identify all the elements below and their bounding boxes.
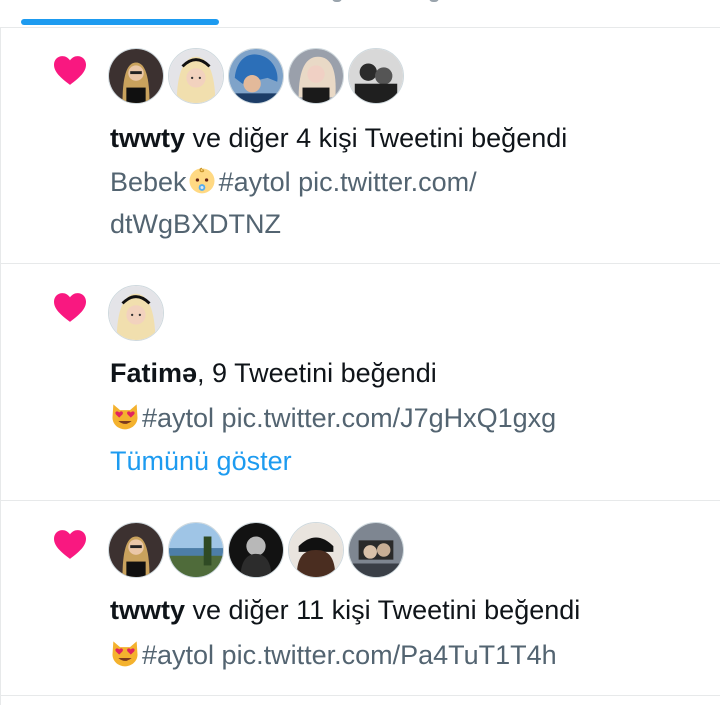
- tab-bar: [0, 0, 720, 28]
- avatar-5[interactable]: [348, 48, 404, 104]
- avatar-3[interactable]: [228, 48, 284, 104]
- avatar-1[interactable]: [108, 522, 164, 578]
- avatar-7[interactable]: [228, 522, 284, 578]
- avatar-9[interactable]: [348, 522, 404, 578]
- tweet-text: Bebek #aytol pic.twitter.com/: [110, 160, 477, 204]
- avatar-group: [108, 48, 404, 104]
- show-more-link[interactable]: Tümünü göster: [110, 439, 292, 483]
- heart-icon: [52, 291, 88, 323]
- tweet-text-part: Bebek: [110, 167, 187, 197]
- actor-name[interactable]: twwty: [110, 123, 185, 153]
- action-text: ve diğer 11 kişi Tweetini beğendi: [185, 595, 581, 625]
- tab-label-fragment: [332, 0, 342, 2]
- tweet-text: #aytol pic.twitter.com/J7gHxQ1gxg: [110, 396, 556, 440]
- notification-summary: twwty ve diğer 4 kişi Tweetini beğendi: [110, 116, 567, 160]
- avatar-group: [108, 285, 164, 341]
- like-notification[interactable]: twwty ve diğer 11 kişi Tweetini beğendi …: [0, 501, 720, 696]
- tweet-link-text: #aytol pic.twitter.com/J7gHxQ1gxg: [142, 403, 557, 433]
- avatar-1[interactable]: [108, 48, 164, 104]
- notification-summary: Fatimə, 9 Tweetini beğendi: [110, 351, 437, 395]
- notification-summary: twwty ve diğer 11 kişi Tweetini beğendi: [110, 588, 580, 632]
- actor-name[interactable]: Fatimə: [110, 358, 197, 388]
- avatar-2[interactable]: [108, 285, 164, 341]
- heart-icon: [52, 54, 88, 86]
- heart-eyes-cat-emoji-icon: [110, 401, 140, 431]
- tweet-text-line2: dtWgBXDTNZ: [110, 209, 282, 239]
- heart-icon: [52, 528, 88, 560]
- action-text: , 9 Tweetini beğendi: [197, 358, 437, 388]
- avatar-group: [108, 522, 404, 578]
- avatar-6[interactable]: [168, 522, 224, 578]
- avatar-2[interactable]: [168, 48, 224, 104]
- tweet-link-text: #aytol pic.twitter.com/: [218, 167, 477, 197]
- tab-label-fragment: [429, 0, 439, 2]
- baby-face-emoji-icon: [187, 165, 217, 195]
- avatar-4[interactable]: [288, 48, 344, 104]
- like-notification[interactable]: Fatimə, 9 Tweetini beğendi #aytol pic.tw…: [0, 264, 720, 501]
- avatar-8[interactable]: [288, 522, 344, 578]
- actor-name[interactable]: twwty: [110, 595, 185, 625]
- heart-eyes-cat-emoji-icon: [110, 638, 140, 668]
- active-tab-indicator: [21, 19, 219, 25]
- action-text: ve diğer 4 kişi Tweetini beğendi: [185, 123, 568, 153]
- tweet-text: #aytol pic.twitter.com/Pa4TuT1T4h: [110, 633, 557, 677]
- tweet-link-text: #aytol pic.twitter.com/Pa4TuT1T4h: [142, 640, 557, 670]
- like-notification[interactable]: twwty ve diğer 4 kişi Tweetini beğendi B…: [0, 27, 720, 264]
